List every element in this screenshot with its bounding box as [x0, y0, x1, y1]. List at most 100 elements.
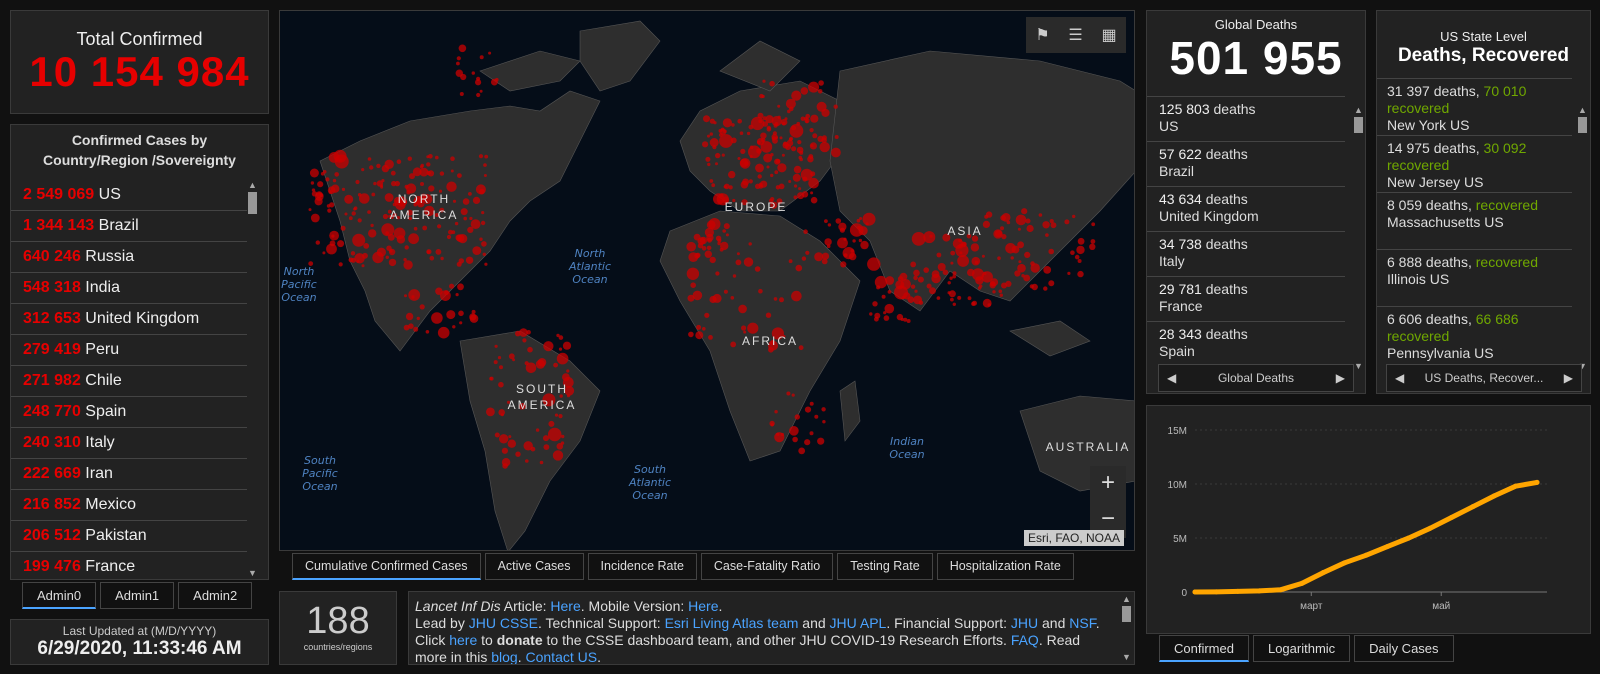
case-marker[interactable] — [923, 267, 929, 273]
case-marker[interactable] — [326, 243, 337, 255]
country-row[interactable]: 248 770 Spain — [11, 397, 252, 428]
case-marker[interactable] — [800, 168, 813, 181]
tab-case-fatality-ratio[interactable]: Case-Fatality Ratio — [700, 553, 834, 580]
case-marker[interactable] — [334, 172, 339, 177]
death-row[interactable]: 43 634 deaths United Kingdom — [1147, 186, 1345, 231]
case-marker[interactable] — [881, 294, 886, 299]
case-marker[interactable] — [381, 164, 390, 173]
prev-arrow-icon[interactable]: ◀ — [1395, 371, 1404, 385]
case-marker[interactable] — [707, 134, 710, 138]
case-marker[interactable] — [812, 133, 818, 139]
case-marker[interactable] — [501, 447, 508, 454]
case-marker[interactable] — [739, 158, 751, 169]
case-marker[interactable] — [779, 297, 784, 303]
case-marker[interactable] — [535, 428, 540, 432]
nsf-link[interactable]: NSF — [1069, 615, 1095, 631]
case-marker[interactable] — [446, 310, 456, 320]
case-marker[interactable] — [390, 170, 396, 176]
case-marker[interactable] — [809, 401, 814, 406]
tab-hospitalization-rate[interactable]: Hospitalization Rate — [936, 553, 1074, 580]
case-marker[interactable] — [341, 187, 346, 191]
global-deaths-scrollbar[interactable]: ▲ ▼ — [1353, 105, 1364, 371]
case-marker[interactable] — [708, 218, 721, 230]
case-marker[interactable] — [975, 276, 984, 285]
case-marker[interactable] — [437, 326, 450, 339]
case-marker[interactable] — [409, 173, 415, 180]
case-marker[interactable] — [918, 300, 924, 305]
case-marker[interactable] — [501, 458, 511, 467]
case-marker[interactable] — [699, 236, 708, 245]
case-marker[interactable] — [561, 434, 565, 439]
case-marker[interactable] — [814, 414, 819, 419]
case-marker[interactable] — [759, 93, 764, 99]
case-marker[interactable] — [479, 237, 483, 241]
case-marker[interactable] — [431, 312, 443, 324]
case-marker[interactable] — [974, 260, 979, 265]
case-marker[interactable] — [862, 212, 876, 226]
death-row[interactable]: 34 738 deaths Italy — [1147, 231, 1345, 276]
case-marker[interactable] — [452, 325, 456, 329]
case-marker[interactable] — [530, 446, 536, 452]
case-marker[interactable] — [732, 274, 737, 278]
case-marker[interactable] — [429, 255, 435, 261]
case-marker[interactable] — [376, 163, 381, 169]
case-marker[interactable] — [730, 296, 735, 300]
case-marker[interactable] — [481, 211, 485, 215]
case-marker[interactable] — [926, 283, 932, 289]
case-marker[interactable] — [352, 233, 366, 247]
case-marker[interactable] — [798, 447, 806, 455]
case-marker[interactable] — [701, 246, 707, 251]
case-marker[interactable] — [391, 180, 397, 187]
case-marker[interactable] — [788, 180, 792, 183]
case-marker[interactable] — [467, 226, 474, 233]
case-marker[interactable] — [749, 155, 753, 159]
scroll-thumb[interactable] — [1354, 117, 1363, 133]
case-marker[interactable] — [931, 270, 940, 278]
tab-testing-rate[interactable]: Testing Rate — [837, 553, 933, 580]
case-marker[interactable] — [310, 181, 315, 185]
tab-cumulative-confirmed[interactable]: Cumulative Confirmed Cases — [292, 553, 481, 580]
esri-link[interactable]: Esri Living Atlas team — [665, 615, 799, 631]
case-marker[interactable] — [476, 92, 481, 98]
case-marker[interactable] — [819, 141, 830, 153]
case-marker[interactable] — [1015, 214, 1027, 226]
case-marker[interactable] — [348, 216, 353, 221]
case-marker[interactable] — [552, 450, 564, 461]
case-marker[interactable] — [770, 153, 774, 157]
case-marker[interactable] — [771, 116, 782, 127]
case-marker[interactable] — [407, 156, 412, 161]
case-marker[interactable] — [746, 131, 751, 136]
case-marker[interactable] — [793, 165, 802, 174]
case-marker[interactable] — [947, 291, 951, 295]
case-marker[interactable] — [709, 256, 716, 264]
case-marker[interactable] — [757, 174, 762, 179]
tab-confirmed[interactable]: Confirmed — [1159, 635, 1249, 662]
case-marker[interactable] — [419, 304, 425, 310]
case-marker[interactable] — [472, 246, 482, 256]
case-marker[interactable] — [827, 223, 832, 227]
case-marker[interactable] — [396, 235, 406, 244]
case-marker[interactable] — [705, 156, 711, 162]
case-marker[interactable] — [1017, 263, 1026, 273]
case-marker[interactable] — [1072, 214, 1076, 219]
case-marker[interactable] — [791, 90, 802, 101]
case-marker[interactable] — [722, 229, 726, 233]
case-marker[interactable] — [967, 268, 975, 277]
case-marker[interactable] — [967, 296, 972, 301]
country-row[interactable]: 222 669 Iran — [11, 459, 252, 490]
case-marker[interactable] — [709, 179, 714, 183]
case-marker[interactable] — [522, 338, 527, 343]
case-marker[interactable] — [455, 69, 463, 77]
case-marker[interactable] — [361, 264, 365, 268]
case-marker[interactable] — [686, 241, 696, 252]
case-marker[interactable] — [704, 312, 710, 318]
case-marker[interactable] — [368, 229, 377, 238]
case-marker[interactable] — [494, 344, 498, 348]
case-marker[interactable] — [709, 295, 717, 304]
jhu-apl-link[interactable]: JHU APL — [830, 615, 887, 631]
case-marker[interactable] — [810, 144, 814, 148]
case-marker[interactable] — [327, 208, 332, 213]
case-marker[interactable] — [458, 44, 467, 53]
case-marker[interactable] — [369, 165, 374, 170]
info-scrollbar[interactable]: ▲ ▼ — [1121, 594, 1132, 662]
